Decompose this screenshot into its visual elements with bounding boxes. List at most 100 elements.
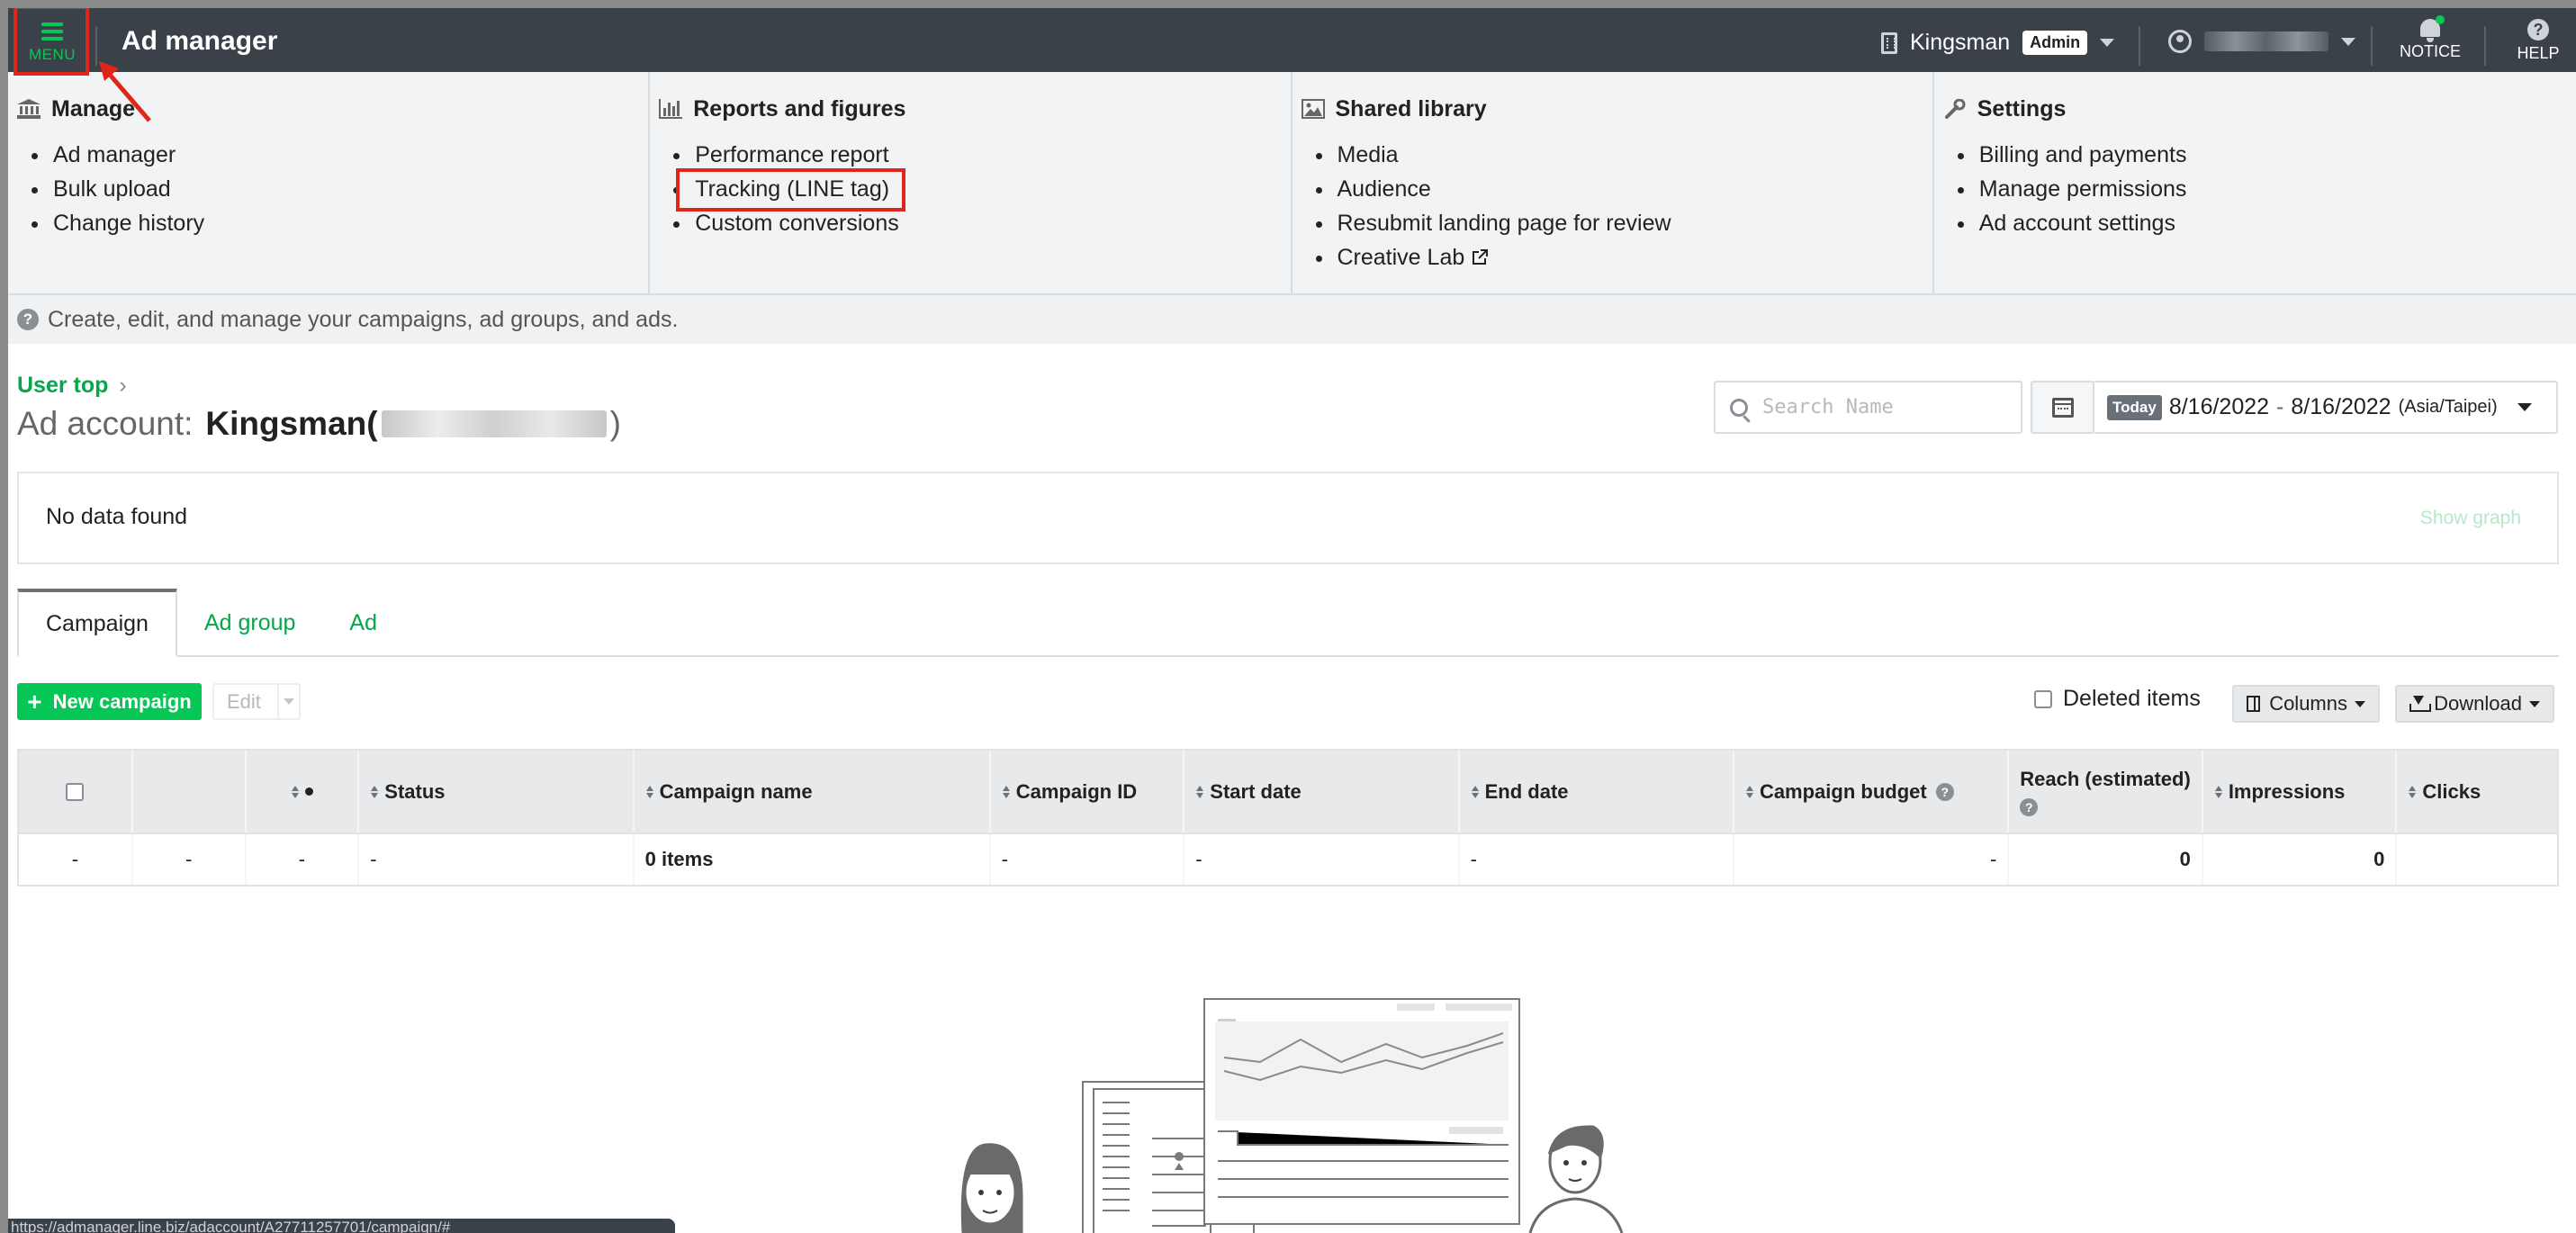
menu-item-ad-account-settings[interactable]: Ad account settings	[1957, 209, 2576, 243]
section-title: Shared library	[1335, 95, 1487, 122]
table-cell-impressions: 0	[2203, 834, 2398, 885]
menu-item-change-history[interactable]: Change history	[32, 209, 648, 243]
tab-ad[interactable]: Ad	[322, 589, 404, 657]
app-title: Ad manager	[122, 26, 278, 56]
top-header: MENU Ad manager Kingsman Admin NOTICE ? …	[0, 8, 2576, 72]
header-cell-campaign-id[interactable]: Campaign ID	[991, 751, 1185, 832]
table-cell: -	[359, 834, 635, 885]
header-label: Start date	[1210, 779, 1302, 803]
header-cell-campaign-budget[interactable]: Campaign budget?	[1734, 751, 2010, 832]
table-cell: -	[19, 834, 133, 885]
edit-dropdown-toggle[interactable]	[277, 685, 299, 718]
columns-label: Columns	[2269, 692, 2347, 715]
tab-ad-group[interactable]: Ad group	[177, 589, 322, 657]
deleted-items-checkbox[interactable]	[2034, 689, 2052, 708]
help-button[interactable]: ? HELP	[2508, 15, 2568, 63]
sort-icon	[1002, 784, 1011, 800]
today-badge: Today	[2107, 394, 2162, 420]
external-link-icon	[1473, 249, 1489, 265]
header-cell-reach[interactable]: Reach (estimated)?	[2009, 751, 2203, 832]
menu-item-media[interactable]: Media	[1315, 140, 1932, 175]
user-menu[interactable]	[2168, 30, 2355, 53]
columns-button[interactable]: Columns	[2232, 685, 2380, 723]
menu-item-resubmit-landing-page[interactable]: Resubmit landing page for review	[1315, 209, 1932, 243]
breadcrumb-user-top[interactable]: User top ›	[17, 373, 127, 399]
menu-item-creative-lab[interactable]: Creative Lab	[1315, 243, 1932, 277]
bar-chart-icon	[659, 99, 683, 119]
table-row: - - - - 0 items - - - - 0 0	[19, 832, 2557, 885]
sort-icon	[1471, 784, 1480, 800]
show-graph-link[interactable]: Show graph	[2420, 508, 2521, 529]
table-cell: -	[247, 834, 360, 885]
new-campaign-button[interactable]: + New campaign	[17, 683, 202, 720]
notification-dot	[2436, 15, 2445, 24]
deleted-items-toggle[interactable]: Deleted items	[2034, 686, 2201, 712]
help-icon[interactable]: ?	[2020, 797, 2039, 816]
sort-icon	[2214, 784, 2223, 800]
header-label: Status	[384, 779, 446, 803]
annotation-highlight-tracking	[676, 168, 905, 212]
menu-item-bulk-upload[interactable]: Bulk upload	[32, 175, 648, 209]
edit-button[interactable]: Edit	[212, 683, 301, 720]
select-all-checkbox[interactable]	[66, 782, 85, 801]
menu-item-billing[interactable]: Billing and payments	[1957, 140, 2576, 175]
question-icon: ?	[17, 309, 39, 330]
header-cell-end-date[interactable]: End date	[1460, 751, 1734, 832]
table-cell: -	[133, 834, 247, 885]
section-heading: Reports and figures	[659, 95, 1290, 122]
status-dot-icon	[304, 788, 313, 796]
date-range-picker[interactable]: Today 8/16/2022 - 8/16/2022 (Asia/Taipei…	[2094, 381, 2558, 434]
header-cell-clicks[interactable]: Clicks	[2397, 751, 2557, 832]
notice-label: NOTICE	[2399, 42, 2461, 60]
menu-list: Billing and payments Manage permissions …	[1943, 140, 2576, 243]
notice-button[interactable]: NOTICE	[2394, 15, 2466, 61]
download-icon	[2409, 696, 2432, 712]
sort-icon	[2408, 784, 2417, 800]
wrench-icon	[1943, 99, 1967, 119]
menu-item-audience[interactable]: Audience	[1315, 175, 1932, 209]
header-cell-status[interactable]: Status	[359, 751, 635, 832]
table-cell-items-count: 0 items	[635, 834, 991, 885]
menu-item-manage-permissions[interactable]: Manage permissions	[1957, 175, 2576, 209]
tab-campaign[interactable]: Campaign	[17, 589, 177, 657]
menu-item-label: Creative Lab	[1337, 245, 1465, 270]
header-divider	[95, 26, 97, 66]
search-field	[1714, 381, 2022, 434]
user-icon	[2168, 30, 2192, 53]
table-cell: -	[1734, 834, 2010, 885]
header-cell-impressions[interactable]: Impressions	[2203, 751, 2398, 832]
header-divider	[2371, 26, 2373, 66]
chevron-down-icon	[2529, 700, 2540, 707]
sort-icon	[645, 784, 654, 800]
redacted-username	[2204, 32, 2328, 51]
help-icon[interactable]: ?	[1935, 782, 1954, 801]
window-frame-top	[0, 0, 2576, 8]
deleted-items-label: Deleted items	[2063, 686, 2201, 711]
summary-panel: No data found Show graph	[17, 472, 2559, 564]
sort-icon	[370, 784, 379, 800]
header-label: End date	[1484, 779, 1569, 803]
header-cell	[133, 751, 247, 832]
header-divider	[2484, 26, 2486, 66]
menu-list: Media Audience Resubmit landing page for…	[1302, 140, 1932, 277]
header-cell-campaign-name[interactable]: Campaign name	[635, 751, 991, 832]
header-cell-status-dot[interactable]	[247, 751, 360, 832]
role-badge: Admin	[2022, 31, 2088, 55]
no-data-message: No data found	[46, 504, 188, 529]
sort-icon	[291, 784, 300, 800]
calendar-button[interactable]	[2031, 381, 2094, 434]
date-end: 8/16/2022	[2291, 394, 2391, 419]
table-cell: -	[1460, 834, 1734, 885]
header-cell-start-date[interactable]: Start date	[1184, 751, 1460, 832]
search-icon	[1730, 398, 1748, 417]
search-input[interactable]	[1762, 396, 2005, 418]
account-name: Kingsman	[1910, 30, 2011, 55]
menu-list: Ad manager Bulk upload Change history	[17, 140, 648, 243]
section-title: Reports and figures	[693, 95, 906, 122]
download-button[interactable]: Download	[2395, 685, 2554, 723]
menu-item-custom-conversions[interactable]: Custom conversions	[673, 209, 1290, 243]
account-switcher[interactable]: Kingsman Admin	[1881, 30, 2115, 56]
menu-item-ad-manager[interactable]: Ad manager	[32, 140, 648, 175]
menu-section-shared-library: Shared library Media Audience Resubmit l…	[1293, 72, 1934, 293]
sort-icon	[1195, 784, 1204, 800]
